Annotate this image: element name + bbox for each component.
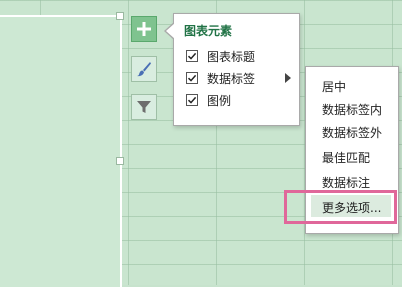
submenu-item-outside-end[interactable]: 数据标签外 bbox=[322, 124, 382, 141]
chart-title-label: 图表标题 bbox=[207, 49, 256, 64]
annotation-highlight-frame bbox=[284, 190, 397, 224]
data-labels-option[interactable]: 数据标签 bbox=[186, 70, 255, 86]
chart-resize-handle-top[interactable] bbox=[116, 12, 124, 20]
chart-elements-button[interactable] bbox=[131, 16, 157, 42]
checkmark-icon bbox=[187, 96, 197, 104]
submenu-item-best-fit[interactable]: 最佳匹配 bbox=[322, 149, 370, 166]
submenu-item-data-callout[interactable]: 数据标注 bbox=[322, 174, 370, 191]
legend-option[interactable]: 图例 bbox=[186, 92, 231, 108]
submenu-item-inside-end[interactable]: 数据标签内 bbox=[322, 101, 382, 118]
data-labels-checkbox[interactable] bbox=[186, 72, 198, 84]
chart-title-checkbox[interactable] bbox=[186, 50, 198, 62]
chart-title-option[interactable]: 图表标题 bbox=[186, 48, 255, 64]
popup-pointer-fill bbox=[166, 23, 175, 39]
legend-checkbox[interactable] bbox=[186, 94, 198, 106]
plus-icon bbox=[137, 22, 151, 36]
chart-filters-button[interactable] bbox=[131, 94, 157, 120]
chart-styles-button[interactable] bbox=[131, 56, 157, 82]
expand-submenu-icon[interactable] bbox=[285, 73, 291, 83]
data-labels-label: 数据标签 bbox=[207, 71, 256, 86]
filter-icon bbox=[137, 101, 151, 113]
submenu-item-center[interactable]: 居中 bbox=[322, 78, 346, 95]
checkmark-icon bbox=[187, 52, 197, 60]
chart-elements-title: 图表元素 bbox=[184, 24, 233, 38]
legend-label: 图例 bbox=[207, 93, 232, 108]
brush-icon bbox=[137, 62, 151, 77]
chart-resize-handle-right[interactable] bbox=[116, 157, 124, 165]
checkmark-icon bbox=[187, 74, 197, 82]
chart-area[interactable] bbox=[0, 15, 122, 287]
